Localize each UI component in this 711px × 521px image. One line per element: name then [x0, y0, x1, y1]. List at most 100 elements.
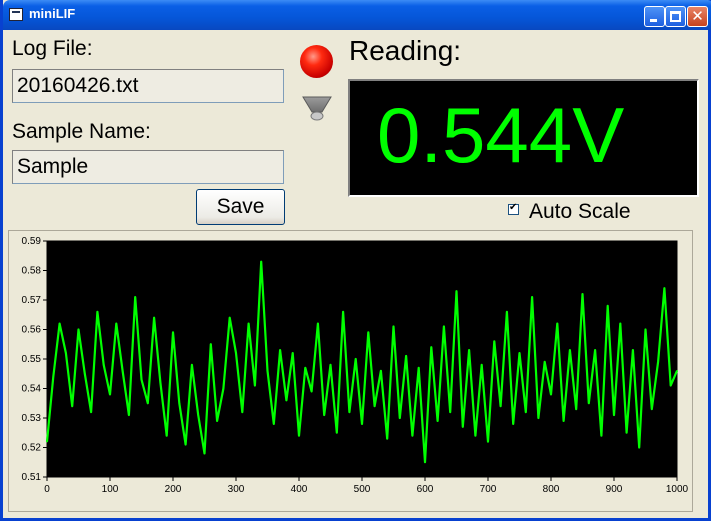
- data-point: [329, 364, 332, 366]
- reading-value: 0.544V: [377, 91, 625, 179]
- data-point: [134, 296, 136, 298]
- plot-area: [46, 240, 678, 478]
- data-point: [518, 352, 521, 354]
- data-point: [537, 417, 540, 419]
- log-file-field-box: [12, 69, 284, 103]
- data-point: [619, 322, 622, 325]
- y-tick-label: 0.58: [22, 266, 42, 277]
- y-tick-label: 0.51: [22, 472, 42, 483]
- data-point: [417, 367, 420, 369]
- x-tick-label: 1000: [666, 484, 689, 495]
- data-point: [291, 352, 294, 354]
- title-bar[interactable]: miniLIF ✕: [3, 0, 711, 30]
- minimize-icon: [650, 19, 657, 22]
- data-point: [474, 434, 477, 437]
- data-point: [159, 381, 162, 384]
- data-point: [109, 393, 111, 396]
- minimize-button[interactable]: [644, 6, 665, 27]
- data-point: [102, 364, 105, 366]
- x-tick-label: 300: [228, 484, 245, 495]
- chart-frame: 0.51 0.52 0.53 0.54 0.55 0.56 0.57 0.58 0.59 0 100…: [8, 230, 693, 512]
- data-point: [241, 411, 244, 413]
- data-point: [581, 293, 584, 295]
- data-point: [663, 287, 666, 289]
- data-point: [525, 411, 527, 413]
- data-point: [298, 434, 300, 437]
- grey-led-icon: [302, 96, 332, 121]
- data-point: [449, 411, 452, 413]
- data-point: [96, 311, 99, 313]
- data-point: [254, 384, 256, 387]
- y-tick-label: 0.59: [22, 236, 42, 247]
- x-tick-label: 700: [480, 484, 497, 495]
- data-point: [405, 355, 407, 357]
- data-point: [147, 402, 149, 405]
- data-point: [84, 372, 86, 375]
- sample-name-label: Sample Name:: [12, 120, 151, 143]
- data-point: [373, 405, 376, 407]
- x-tick-label: 900: [606, 484, 623, 495]
- auto-scale-label[interactable]: Auto Scale: [529, 200, 631, 224]
- data-point: [506, 311, 508, 313]
- data-point: [153, 316, 155, 319]
- x-tick-label: 800: [543, 484, 560, 495]
- data-point: [184, 443, 187, 446]
- maximize-button[interactable]: [665, 6, 686, 27]
- data-point: [65, 352, 67, 354]
- log-file-input[interactable]: [13, 70, 283, 102]
- data-point: [550, 393, 552, 396]
- data-point: [594, 349, 596, 351]
- data-point: [52, 375, 55, 378]
- data-point: [90, 411, 92, 413]
- data-point: [71, 405, 73, 407]
- data-point: [165, 434, 168, 437]
- data-point: [380, 370, 382, 372]
- data-point: [657, 361, 659, 363]
- app-icon[interactable]: [9, 8, 23, 21]
- data-point: [531, 296, 533, 298]
- red-led-icon: [300, 45, 333, 78]
- data-point: [128, 414, 130, 416]
- data-point: [342, 311, 344, 313]
- data-point: [493, 340, 496, 343]
- data-point: [228, 316, 231, 319]
- data-point: [424, 461, 426, 464]
- auto-scale-checkbox[interactable]: [508, 202, 519, 215]
- data-point: [569, 349, 571, 351]
- data-point: [216, 420, 218, 422]
- x-tick-label: 500: [354, 484, 371, 495]
- data-point: [676, 370, 678, 372]
- close-button[interactable]: ✕: [687, 6, 708, 27]
- y-tick-label: 0.53: [22, 413, 42, 424]
- data-point: [443, 325, 445, 328]
- data-point: [386, 437, 389, 440]
- data-point: [562, 420, 565, 422]
- data-point: [354, 358, 357, 360]
- data-point: [77, 328, 80, 331]
- data-point: [487, 440, 489, 443]
- data-point: [273, 423, 275, 425]
- data-point: [632, 349, 634, 351]
- data-point: [310, 390, 313, 393]
- data-point: [651, 408, 653, 410]
- data-point: [304, 367, 307, 369]
- data-point: [430, 346, 433, 348]
- data-point: [462, 426, 464, 428]
- sample-name-input[interactable]: [13, 151, 283, 183]
- data-point: [121, 370, 124, 372]
- data-point: [58, 322, 61, 325]
- x-tick-label: 100: [102, 484, 119, 495]
- data-point: [317, 322, 319, 325]
- save-button[interactable]: Save: [196, 189, 285, 225]
- data-point: [361, 423, 363, 425]
- data-point: [480, 364, 483, 366]
- data-point: [399, 417, 401, 419]
- log-file-label: Log File:: [12, 37, 93, 60]
- data-point: [455, 290, 458, 292]
- x-tick-label: 0: [44, 484, 50, 495]
- data-point: [266, 370, 269, 372]
- data-point: [575, 408, 577, 410]
- data-point: [140, 378, 143, 381]
- reading-display: 0.544V: [348, 79, 699, 197]
- data-point: [499, 405, 502, 407]
